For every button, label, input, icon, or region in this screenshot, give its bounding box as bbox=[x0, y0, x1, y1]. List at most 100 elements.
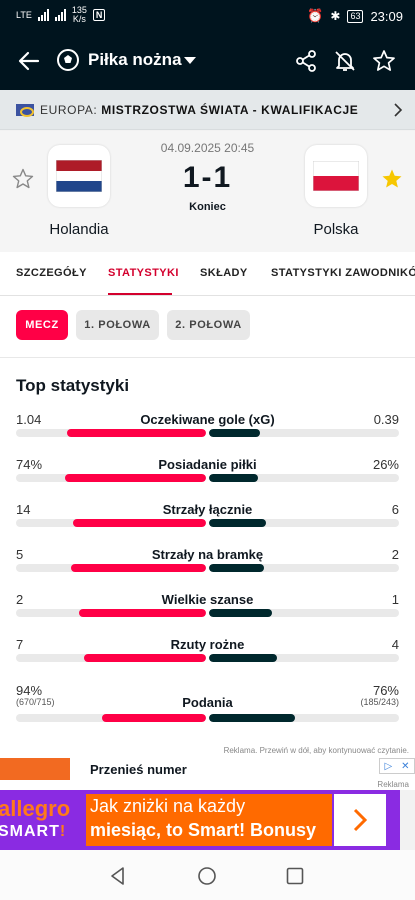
poland-flag-icon bbox=[313, 161, 359, 191]
stat-home-bar bbox=[16, 429, 206, 437]
stat-home-fill bbox=[65, 474, 206, 482]
stat-home-fill bbox=[71, 564, 206, 572]
ad-close-icon[interactable]: ✕ bbox=[401, 761, 409, 772]
tab-bar: SZCZEGÓŁY STATYSTYKI SKŁADY STATYSTYKI Z… bbox=[0, 252, 415, 296]
ad-brand-sub-1: SMART bbox=[0, 823, 60, 840]
share-icon[interactable] bbox=[293, 48, 319, 74]
away-team-name[interactable]: Polska bbox=[291, 221, 381, 238]
stat-away-value: 76% bbox=[372, 683, 399, 698]
tab-statistics[interactable]: STATYSTYKI bbox=[108, 267, 179, 279]
speed-unit: K/s bbox=[72, 14, 86, 24]
stat-away-bar bbox=[209, 429, 399, 437]
match-header: Holandia 04.09.2025 20:45 1-1 Koniec Pol… bbox=[0, 131, 415, 252]
stat-away-fill bbox=[209, 654, 278, 662]
sport-title[interactable]: Piłka nożna bbox=[88, 50, 182, 70]
clock: 23:09 bbox=[370, 8, 403, 24]
stat-home-bar bbox=[16, 654, 206, 662]
ad-strip-text[interactable]: Przenieś numer bbox=[90, 762, 187, 777]
league-title: EUROPA: MISTRZOSTWA ŚWIATA - KWALIFIKACJ… bbox=[40, 103, 358, 117]
league-bar[interactable]: EUROPA: MISTRZOSTWA ŚWIATA - KWALIFIKACJ… bbox=[0, 90, 415, 130]
stat-label: Posiadanie piłki bbox=[158, 457, 257, 472]
league-name: MISTRZOSTWA ŚWIATA - KWALIFIKACJE bbox=[101, 103, 359, 117]
league-country: EUROPA: bbox=[40, 103, 98, 117]
ad-info-icon[interactable]: ▷ bbox=[384, 761, 392, 772]
stat-away-detail: (185/243) bbox=[360, 697, 399, 707]
tab-lineups[interactable]: SKŁADY bbox=[200, 267, 248, 279]
chevron-right-icon[interactable] bbox=[393, 102, 403, 118]
stat-row: 5 Strzały na bramkę 2 bbox=[0, 547, 415, 592]
tab-details[interactable]: SZCZEGÓŁY bbox=[16, 267, 87, 279]
back-arrow-icon[interactable] bbox=[16, 48, 42, 74]
stat-away-value: 2 bbox=[391, 547, 399, 562]
stat-away-fill bbox=[209, 564, 265, 572]
stat-label: Wielkie szanse bbox=[161, 592, 254, 607]
ad-controls[interactable]: ▷ ✕ bbox=[379, 758, 415, 774]
chevron-right-icon bbox=[353, 808, 368, 832]
stat-away-fill bbox=[209, 429, 261, 437]
away-team[interactable]: Polska bbox=[291, 145, 381, 238]
chip-first-half[interactable]: 1. POŁOWA bbox=[76, 310, 159, 340]
stat-away-bar bbox=[209, 714, 399, 722]
soccer-ball-icon[interactable] bbox=[56, 48, 80, 72]
ad-banner[interactable]: allegro SMART! Jak zniżki na każdy miesi… bbox=[0, 790, 400, 850]
stats-section: Top statystyki 1.04 Oczekiwane gole (xG) 0… bbox=[0, 358, 415, 758]
period-filter: MECZ 1. POŁOWA 2. POŁOWA bbox=[0, 296, 415, 358]
stat-home-bar bbox=[16, 564, 206, 572]
stat-home-detail: (670/715) bbox=[16, 697, 55, 707]
stat-row: 94% Podania 76% (670/715) (185/243) bbox=[0, 683, 415, 728]
stat-away-value: 26% bbox=[372, 457, 399, 472]
stat-away-value: 1 bbox=[391, 592, 399, 607]
star-outline-icon[interactable] bbox=[371, 48, 397, 74]
system-nav-bar bbox=[0, 850, 415, 900]
stat-row: 7 Rzuty rożne 4 bbox=[0, 637, 415, 682]
status-left: LTE 135 K/s N bbox=[16, 6, 106, 24]
stat-home-bar bbox=[16, 519, 206, 527]
stat-home-fill bbox=[101, 714, 206, 722]
stat-home-fill bbox=[84, 654, 206, 662]
ad-brand-sub: SMART! bbox=[0, 823, 66, 841]
battery-icon: 63 bbox=[347, 9, 364, 23]
nav-recents-icon[interactable] bbox=[285, 866, 305, 886]
chip-second-half[interactable]: 2. POŁOWA bbox=[167, 310, 250, 340]
ad-label: Reklama bbox=[0, 780, 415, 790]
europe-flag-icon bbox=[16, 104, 34, 117]
away-team-badge[interactable] bbox=[305, 145, 367, 207]
bell-off-icon[interactable] bbox=[332, 48, 358, 74]
ad-pitch: Jak zniżki na każdy miesiąc, to Smart! B… bbox=[86, 794, 332, 846]
bluetooth-icon: ✱ bbox=[330, 9, 341, 23]
tab-player-stats[interactable]: STATYSTYKI ZAWODNIKÓW bbox=[271, 267, 415, 279]
stat-label: Strzały łącznie bbox=[162, 502, 253, 517]
ad-cta-button[interactable] bbox=[334, 794, 386, 846]
stat-away-value: 0.39 bbox=[373, 412, 399, 427]
signal-icon bbox=[37, 9, 49, 21]
stat-away-bar bbox=[209, 609, 399, 617]
stat-home-fill bbox=[78, 609, 206, 617]
stat-label: Rzuty rożne bbox=[170, 637, 245, 652]
section-title: Top statystyki bbox=[16, 376, 130, 395]
stat-away-bar bbox=[209, 654, 399, 662]
chevron-down-icon[interactable] bbox=[184, 57, 196, 64]
ad-brand: allegro bbox=[0, 796, 71, 821]
chip-match[interactable]: MECZ bbox=[16, 310, 68, 340]
stat-home-bar bbox=[16, 474, 206, 482]
stat-away-bar bbox=[209, 474, 399, 482]
ad-line-2: miesiąc, to Smart! Bonusy bbox=[90, 820, 317, 840]
app-bar: Piłka nożna bbox=[0, 32, 415, 90]
stat-away-value: 6 bbox=[391, 502, 399, 517]
nav-home-icon[interactable] bbox=[197, 866, 217, 886]
stat-label: Podania bbox=[182, 695, 233, 710]
star-filled-icon[interactable] bbox=[380, 167, 404, 191]
status-bar: LTE 135 K/s N ⏰ ✱ 63 23:09 bbox=[0, 0, 415, 32]
ad-strip-logo bbox=[0, 758, 70, 780]
stat-home-bar bbox=[16, 609, 206, 617]
nav-back-icon[interactable] bbox=[108, 866, 128, 886]
stat-away-fill bbox=[209, 474, 259, 482]
stat-away-fill bbox=[209, 519, 266, 527]
stat-away-fill bbox=[209, 609, 272, 617]
ad-strip[interactable]: Przenieś numer ▷ ✕ bbox=[0, 758, 415, 780]
home-team-name[interactable]: Holandia bbox=[34, 221, 124, 238]
stat-row: 74% Posiadanie piłki 26% bbox=[0, 457, 415, 502]
stat-row: 2 Wielkie szanse 1 bbox=[0, 592, 415, 637]
stat-label: Oczekiwane gole (xG) bbox=[140, 412, 275, 427]
stat-label: Strzały na bramkę bbox=[151, 547, 264, 562]
